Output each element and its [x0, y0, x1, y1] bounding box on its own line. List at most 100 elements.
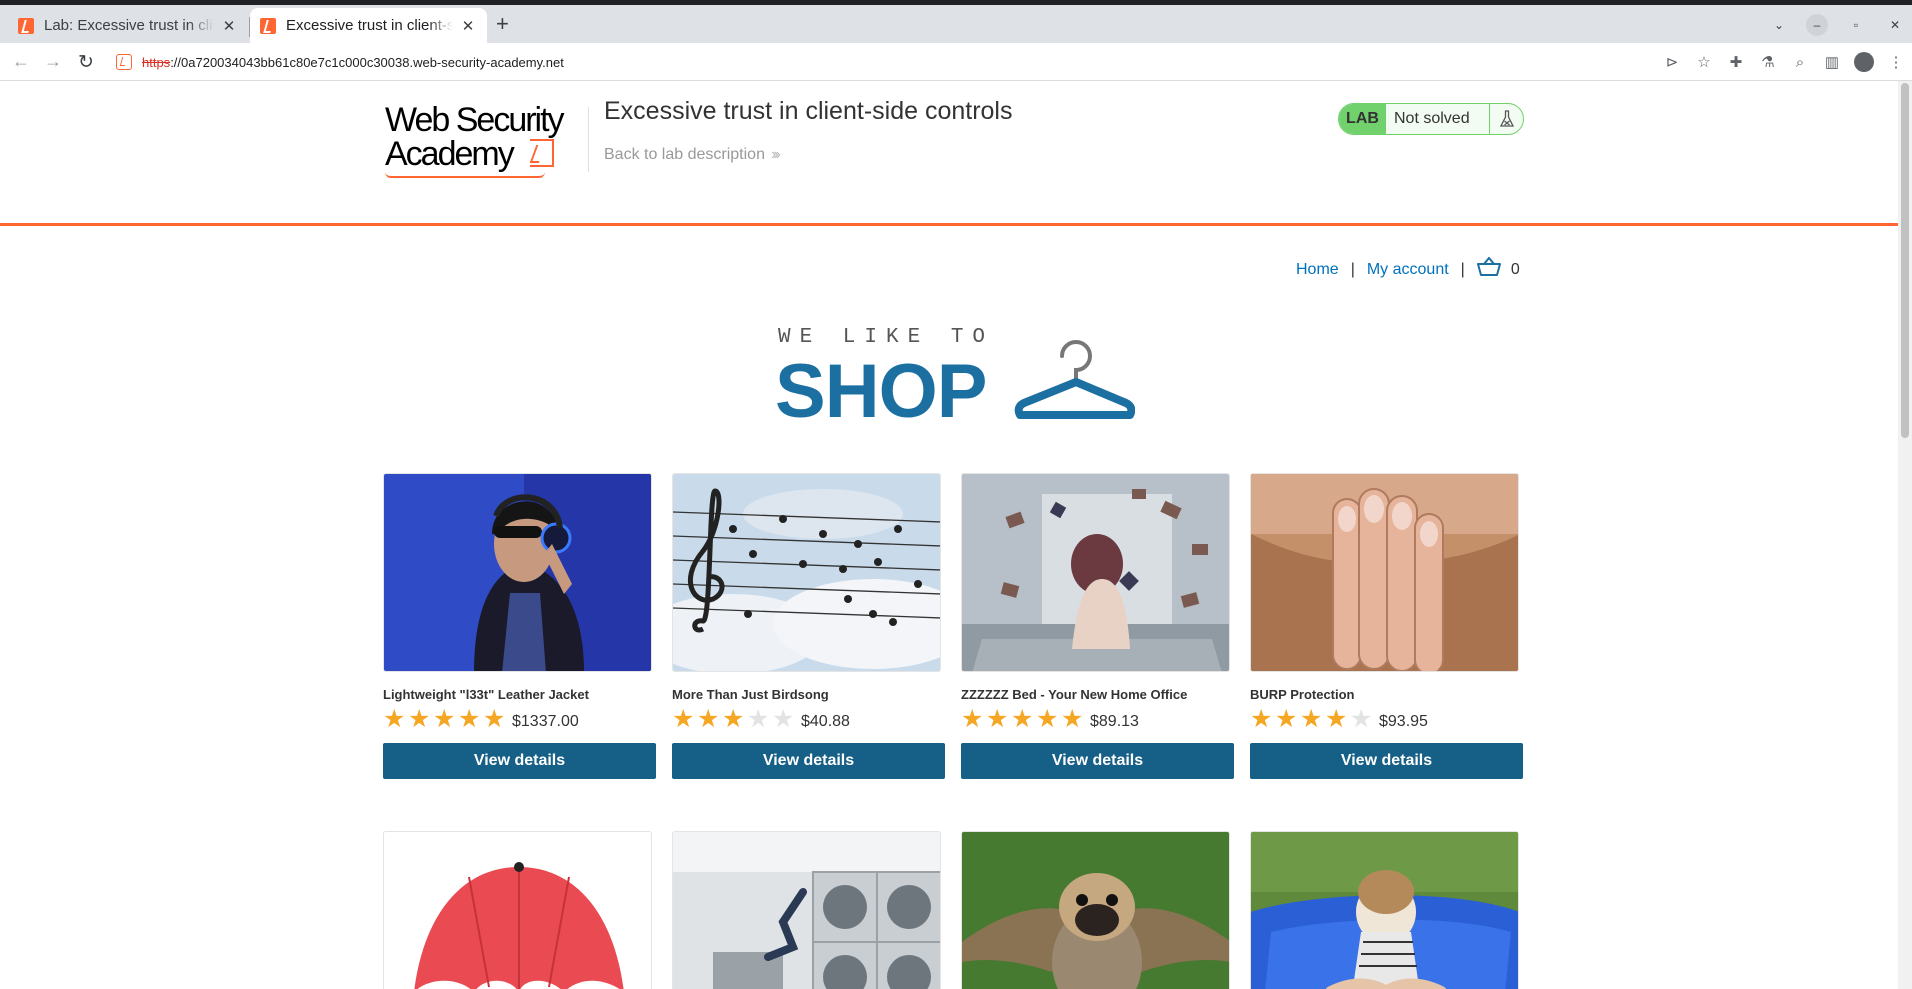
restore-icon[interactable]: ▫: [1845, 14, 1867, 36]
nav-separator: |: [1350, 260, 1355, 278]
product-card: [961, 831, 1234, 989]
product-name: ZZZZZZ Bed - Your New Home Office: [961, 687, 1188, 702]
logo-swoosh: [385, 172, 545, 178]
tab-lab-shop[interactable]: Excessive trust in client-side controls …: [250, 8, 487, 43]
product-name: BURP Protection: [1250, 687, 1355, 702]
star-filled-icon: ★: [986, 704, 1009, 733]
star-filled-icon: ★: [1250, 704, 1273, 733]
product-card: ZZZZZZ Bed - Your New Home Office ★ ★ ★ ★ ★ …: [961, 473, 1234, 779]
side-panel-icon[interactable]: ▥: [1816, 53, 1848, 71]
product-image-laundromat[interactable]: [672, 831, 941, 989]
star-rating: ★ ★ ★ ★ ★: [961, 704, 1086, 733]
star-rating: ★ ★ ★ ★ ★: [1250, 704, 1375, 733]
product-card: [1250, 831, 1523, 989]
star-filled-icon: ★: [722, 704, 745, 733]
star-filled-icon: ★: [458, 704, 481, 733]
star-empty-icon: ★: [1350, 704, 1373, 733]
product-price: $93.95: [1379, 712, 1428, 730]
profile-avatar-icon[interactable]: [1854, 52, 1874, 72]
product-price: $40.88: [801, 712, 850, 730]
close-tab-icon[interactable]: ✕: [220, 17, 238, 35]
view-details-button[interactable]: View details: [383, 743, 656, 779]
cart-count[interactable]: 0: [1511, 261, 1520, 279]
my-account-link[interactable]: My account: [1367, 261, 1449, 279]
lab-status-text: Not solved: [1394, 110, 1470, 127]
header-divider: [588, 107, 589, 172]
send-icon[interactable]: ⊳: [1656, 53, 1688, 71]
minimize-icon[interactable]: –: [1806, 14, 1828, 36]
not-secure-icon[interactable]: [116, 54, 132, 70]
logo-line1: Web Security: [385, 101, 565, 139]
menu-icon[interactable]: ⋮: [1880, 53, 1912, 71]
tab-title: Lab: Excessive trust in client-side cont…: [44, 17, 214, 34]
double-chevron-icon: ›››: [770, 146, 781, 163]
star-filled-icon: ★: [697, 704, 720, 733]
tab-bar: Lab: Excessive trust in client-side cont…: [0, 5, 1912, 43]
page-viewport: Web Security Academy Excessive trust in …: [0, 81, 1912, 989]
address-bar[interactable]: https://0a720034043bb61c80e7c1c000c30038…: [110, 47, 1390, 77]
star-filled-icon: ★: [1061, 704, 1084, 733]
url-text: https://0a720034043bb61c80e7c1c000c30038…: [142, 55, 564, 70]
bookmark-star-icon[interactable]: ☆: [1688, 53, 1720, 71]
view-details-button[interactable]: View details: [672, 743, 945, 779]
product-image-jacket[interactable]: [383, 473, 652, 672]
burp-extension-icon[interactable]: ⚗: [1752, 53, 1784, 71]
url-scheme: https: [142, 54, 171, 70]
product-image-umbrella[interactable]: [383, 831, 652, 989]
close-tab-icon[interactable]: ✕: [459, 17, 477, 35]
product-card: [672, 831, 945, 989]
star-rating: ★ ★ ★ ★ ★: [672, 704, 797, 733]
star-filled-icon: ★: [1325, 704, 1348, 733]
star-filled-icon: ★: [672, 704, 695, 733]
banner-tagline: WE LIKE TO: [778, 326, 995, 349]
browser-toolbar: ← → ↻ https://0a720034043bb61c80e7c1c000…: [0, 43, 1912, 81]
product-price: $1337.00: [512, 712, 579, 730]
back-icon[interactable]: ←: [10, 51, 32, 72]
banner-shop-word: SHOP: [775, 349, 987, 434]
star-filled-icon: ★: [433, 704, 456, 733]
extensions-puzzle-icon[interactable]: ✚: [1720, 53, 1752, 71]
product-card: Lightweight "l33t" Leather Jacket ★ ★ ★ ★ ★ …: [383, 473, 656, 779]
star-filled-icon: ★: [1275, 704, 1298, 733]
portswigger-favicon-icon: [260, 17, 276, 34]
zoom-icon[interactable]: ⌕: [1784, 54, 1816, 71]
product-image-beard[interactable]: [1250, 473, 1519, 672]
tab-title: Excessive trust in client-side controls: [286, 17, 453, 34]
url-host: ://0a720034043bb61c80e7c1c000c30038.web-…: [170, 54, 564, 70]
nav-separator: |: [1460, 260, 1465, 278]
web-security-academy-logo[interactable]: Web Security Academy: [385, 101, 565, 178]
back-link-label: Back to lab description: [604, 146, 765, 163]
star-filled-icon: ★: [383, 704, 406, 733]
view-details-button[interactable]: View details: [961, 743, 1234, 779]
product-image-beanbag[interactable]: [1250, 831, 1519, 989]
forward-icon[interactable]: →: [42, 51, 64, 72]
tab-search-icon[interactable]: ⌄: [1768, 14, 1790, 36]
close-window-icon[interactable]: ✕: [1884, 14, 1906, 36]
home-link[interactable]: Home: [1296, 261, 1339, 279]
product-name: Lightweight "l33t" Leather Jacket: [383, 687, 589, 702]
product-image-pug[interactable]: [961, 831, 1230, 989]
star-empty-icon: ★: [772, 704, 795, 733]
lab-badge: LAB: [1339, 104, 1386, 134]
tab-lab-description[interactable]: Lab: Excessive trust in client-side cont…: [8, 8, 250, 43]
lab-header: Web Security Academy Excessive trust in …: [0, 81, 1898, 226]
cart-icon[interactable]: [1476, 256, 1501, 282]
star-filled-icon: ★: [961, 704, 984, 733]
shop-banner: WE LIKE TO SHOP: [775, 326, 1135, 436]
lab-status-widget: LAB Not solved: [1338, 103, 1524, 135]
product-image-bed[interactable]: [961, 473, 1230, 672]
view-details-button[interactable]: View details: [1250, 743, 1523, 779]
page-scrollbar[interactable]: [1898, 81, 1912, 989]
product-name: More Than Just Birdsong: [672, 687, 829, 702]
scrollbar-thumb[interactable]: [1901, 83, 1909, 438]
back-to-lab-description-link[interactable]: Back to lab description ›››: [604, 146, 781, 164]
star-filled-icon: ★: [1036, 704, 1059, 733]
new-tab-icon[interactable]: +: [496, 13, 509, 35]
clothes-hanger-icon: [1014, 340, 1135, 419]
product-image-birdsong[interactable]: [672, 473, 941, 672]
star-empty-icon: ★: [747, 704, 770, 733]
reload-icon[interactable]: ↻: [75, 51, 97, 74]
product-price: $89.13: [1090, 712, 1139, 730]
product-card: [383, 831, 656, 989]
flask-icon: [1489, 104, 1523, 134]
